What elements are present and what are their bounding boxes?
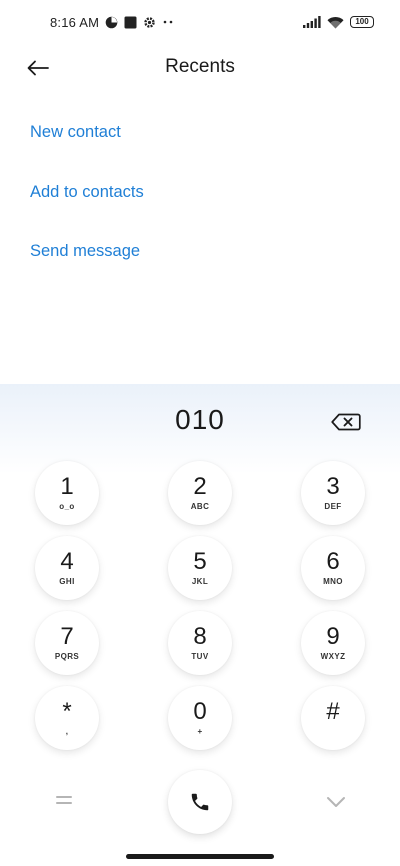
signal-icon	[303, 16, 321, 28]
dialer-bottom-row	[0, 766, 400, 834]
key-letters: ,	[65, 727, 69, 736]
status-bar: 8:16 AM 100	[0, 0, 400, 44]
key-digit: 5	[193, 548, 207, 575]
wifi-icon	[327, 16, 344, 29]
key-hash[interactable]: #	[301, 686, 365, 750]
app-notification-icon	[105, 16, 118, 29]
key-0[interactable]: 0 +	[168, 686, 232, 750]
key-digit: 3	[326, 473, 340, 500]
status-time: 8:16 AM	[50, 14, 100, 30]
key-letters: o_o	[59, 502, 75, 511]
key-5[interactable]: 5 JKL	[168, 536, 232, 600]
key-digit: 6	[326, 548, 340, 575]
contact-options: New contact Add to contacts Send message	[30, 108, 144, 287]
phone-icon	[191, 793, 209, 811]
key-4[interactable]: 4 GHI	[35, 536, 99, 600]
status-bar-right: 100	[303, 16, 374, 29]
gear-icon	[143, 16, 156, 29]
call-button[interactable]	[168, 770, 232, 834]
key-digit: 7	[60, 623, 74, 650]
key-letters: DEF	[324, 502, 342, 511]
key-3[interactable]: 3 DEF	[301, 461, 365, 525]
key-letters: GHI	[59, 577, 75, 586]
send-message-link[interactable]: Send message	[30, 227, 144, 287]
key-1[interactable]: 1 o_o	[35, 461, 99, 525]
phone-screen: 8:16 AM 100 Recents New contact Add to c…	[0, 0, 400, 866]
menu-lines-icon	[56, 796, 72, 798]
key-letters: +	[197, 727, 203, 736]
key-star[interactable]: * ,	[35, 686, 99, 750]
key-digit: 2	[193, 473, 207, 500]
key-letters: TUV	[191, 652, 209, 661]
key-digit: #	[326, 698, 340, 725]
key-letters: WXYZ	[320, 652, 346, 661]
key-digit: *	[62, 698, 72, 725]
collapse-keypad-button[interactable]	[322, 792, 350, 812]
new-contact-link[interactable]: New contact	[30, 108, 144, 168]
key-digit: 9	[326, 623, 340, 650]
add-to-contacts-link[interactable]: Add to contacts	[30, 168, 144, 228]
header: Recents	[0, 44, 400, 92]
chevron-down-icon	[327, 797, 345, 807]
menu-lines-icon	[56, 802, 72, 804]
backspace-icon	[331, 413, 361, 431]
key-2[interactable]: 2 ABC	[168, 461, 232, 525]
backspace-button[interactable]	[330, 410, 362, 434]
status-bar-left: 8:16 AM	[50, 15, 174, 30]
key-digit: 4	[60, 548, 74, 575]
key-digit: 0	[193, 698, 207, 725]
menu-button[interactable]	[50, 790, 78, 810]
page-title: Recents	[165, 56, 235, 77]
battery-icon: 100	[350, 16, 374, 28]
key-letters: ABC	[190, 502, 210, 511]
key-letters: MNO	[323, 577, 343, 586]
home-indicator[interactable]	[126, 854, 274, 859]
key-9[interactable]: 9 WXYZ	[301, 611, 365, 675]
square-notification-icon	[124, 16, 137, 29]
key-7[interactable]: 7 PQRS	[35, 611, 99, 675]
key-8[interactable]: 8 TUV	[168, 611, 232, 675]
key-letters: JKL	[191, 577, 209, 586]
number-display-row: 010	[0, 384, 400, 462]
key-digit: 1	[60, 473, 74, 500]
key-letters: PQRS	[54, 652, 80, 661]
key-6[interactable]: 6 MNO	[301, 536, 365, 600]
more-dots-icon	[162, 19, 174, 25]
key-digit: 8	[193, 623, 207, 650]
